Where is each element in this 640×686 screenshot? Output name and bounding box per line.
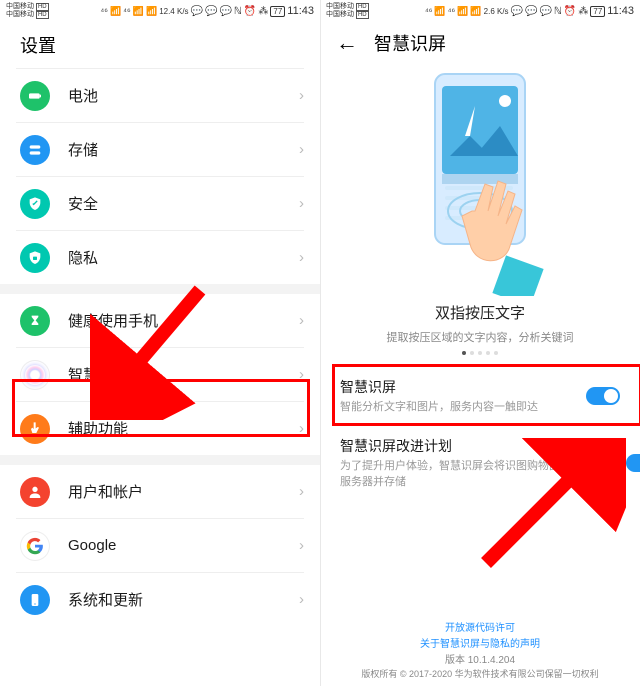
user-icon [20,477,50,507]
row-label: 电池 [68,85,299,106]
hivision-screen: 中国移动 HD 中国移动 HD ⁴⁶📶 ⁴⁶📶 📶 2.6 K/s 💬💬💬 ℕ⏰… [320,0,640,686]
row-label: 隐私 [68,247,299,268]
chevron-right-icon: › [299,87,304,104]
chevron-right-icon: › [299,420,304,437]
carousel-title: 双指按压文字 [320,302,640,323]
row-smart-assistant[interactable]: 智慧助手 › [0,348,320,401]
row-label: Google [68,537,299,554]
battery-icon [20,81,50,111]
row-storage[interactable]: 存储 › [0,123,320,176]
row-label: 安全 [68,193,299,214]
chevron-right-icon: › [299,483,304,500]
carousel-subtitle: 提取按压区域的文字内容，分析关键词 [320,329,640,345]
status-bar: 中国移动 HD 中国移动 HD ⁴⁶📶 ⁴⁶📶 📶 12.4 K/s 💬💬💬 ℕ… [0,0,320,20]
chevron-right-icon: › [299,312,304,329]
row-accessibility[interactable]: 辅助功能 › [0,402,320,455]
setting-title: 智慧识屏 [340,377,576,397]
copyright: 版权所有 © 2017-2020 华为软件技术有限公司保留一切权利 [320,667,640,680]
chevron-right-icon: › [299,141,304,158]
assistant-icon [20,360,50,390]
setting-title: 智慧识屏改进计划 [340,436,616,456]
toggle-switch[interactable] [586,387,620,405]
row-google[interactable]: Google › [0,519,320,572]
row-privacy[interactable]: 隐私 › [0,231,320,284]
chevron-right-icon: › [299,591,304,608]
row-label: 辅助功能 [68,418,299,439]
row-label: 健康使用手机 [68,310,299,331]
row-health[interactable]: 健康使用手机 › [0,294,320,347]
row-hivision-toggle[interactable]: 智慧识屏 智能分析文字和图片，服务内容一触即达 [320,367,640,425]
status-bar: 中国移动 HD 中国移动 HD ⁴⁶📶 ⁴⁶📶 📶 2.6 K/s 💬💬💬 ℕ⏰… [320,0,640,20]
page-title: 设置 [0,20,320,68]
back-button[interactable]: ← [336,30,358,56]
google-icon [20,531,50,561]
chevron-right-icon: › [299,195,304,212]
row-security[interactable]: 安全 › [0,177,320,230]
illustration [320,62,640,300]
toggle-switch[interactable] [626,454,640,472]
row-battery[interactable]: 电池 › [0,69,320,122]
lock-icon [20,243,50,273]
row-label: 用户和帐户 [68,481,299,502]
page-title: 智慧识屏 [374,30,446,56]
hand-icon [20,414,50,444]
separator [320,0,321,686]
footer: 开放源代码许可 关于智慧识屏与隐私的声明 版本 10.1.4.204 版权所有 … [320,618,640,680]
row-label: 系统和更新 [68,589,299,610]
settings-screen: 中国移动 HD 中国移动 HD ⁴⁶📶 ⁴⁶📶 📶 12.4 K/s 💬💬💬 ℕ… [0,0,320,686]
row-improvement-plan[interactable]: 智慧识屏改进计划 为了提升用户体验，智慧识屏会将识图购物图片上传华为服务器并存储 [320,426,640,500]
row-label: 智慧助手 [68,364,299,385]
setting-desc: 智能分析文字和图片，服务内容一触即达 [340,400,576,415]
setting-desc: 为了提升用户体验，智慧识屏会将识图购物图片上传华为服务器并存储 [340,459,616,490]
link-privacy[interactable]: 关于智慧识屏与隐私的声明 [320,635,640,650]
storage-icon [20,135,50,165]
chevron-right-icon: › [299,249,304,266]
row-system[interactable]: 系统和更新 › [0,573,320,626]
version: 版本 10.1.4.204 [320,651,640,666]
link-opensource[interactable]: 开放源代码许可 [320,619,640,634]
chevron-right-icon: › [299,537,304,554]
chevron-right-icon: › [299,366,304,383]
hourglass-icon [20,306,50,336]
shield-icon [20,189,50,219]
system-icon [20,585,50,615]
row-users[interactable]: 用户和帐户 › [0,465,320,518]
row-label: 存储 [68,139,299,160]
